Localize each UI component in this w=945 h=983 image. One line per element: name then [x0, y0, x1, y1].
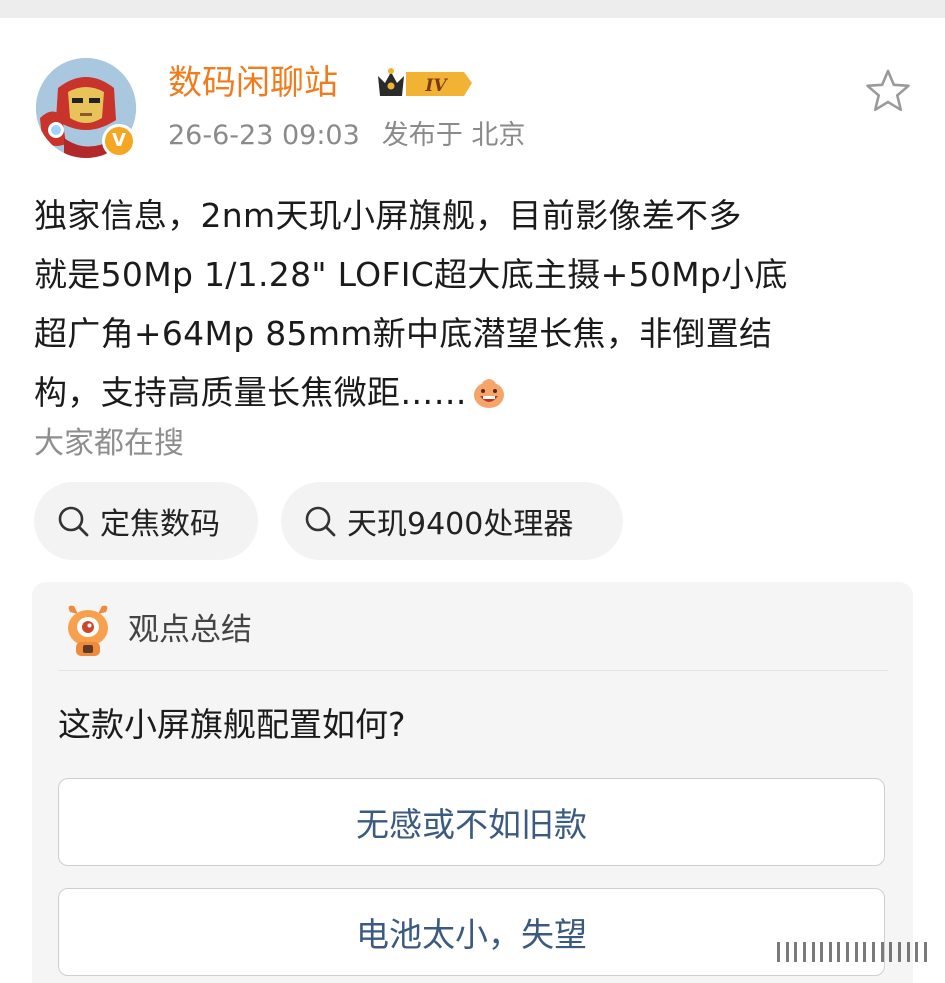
post-text-line: 超广角+64Mp 85mm新中底潜望长焦，非倒置结	[34, 314, 773, 353]
poll-question: 这款小屏旗舰配置如何?	[58, 705, 406, 744]
opinion-summary-title: 观点总结	[128, 612, 252, 648]
author-name[interactable]: 数码闲聊站	[168, 62, 338, 104]
search-chip-1[interactable]: 定焦数码	[34, 482, 258, 560]
grinning-doge-emoji	[473, 379, 504, 408]
vip-crown-level-badge: IV	[378, 68, 472, 96]
assistant-mascot-icon	[68, 605, 108, 656]
opinion-summary-header: 观点总结	[62, 602, 252, 658]
search-icon	[305, 506, 336, 537]
poll-option-2[interactable]: 电池太小，失望	[58, 888, 885, 976]
star-outline-icon[interactable]	[864, 68, 912, 114]
watermark-stripes	[777, 940, 927, 964]
post-text-line: 构，支持高质量长焦微距……	[34, 373, 467, 412]
post-meta: 26-6-23 09:03 发布于 北京	[168, 118, 525, 154]
post-text-line: 就是50Mp 1/1.28" LOFIC超大底主摄+50Mp小底	[34, 255, 788, 294]
poll-option-1[interactable]: 无感或不如旧款	[58, 778, 885, 866]
top-separator-bar	[0, 0, 945, 18]
trending-search-label: 大家都在搜	[34, 426, 184, 461]
summary-divider	[58, 670, 888, 671]
post-location: 发布于 北京	[381, 120, 526, 151]
post-text-line-last: 构，支持高质量长焦微距……	[34, 363, 914, 422]
level-badge-text: IV	[424, 76, 448, 96]
search-chip-2[interactable]: 天玑9400处理器	[281, 482, 623, 560]
post-date: 26-6-23 09:03	[168, 120, 360, 151]
search-chip-label: 天玑9400处理器	[347, 507, 574, 542]
search-chip-label: 定焦数码	[100, 507, 220, 542]
post-text: 独家信息，2nm天玑小屏旗舰，目前影像差不多 就是50Mp 1/1.28" LO…	[34, 186, 914, 422]
verified-badge: V	[102, 124, 136, 158]
post-text-line: 独家信息，2nm天玑小屏旗舰，目前影像差不多	[34, 196, 742, 235]
search-icon	[58, 506, 89, 537]
opinion-summary-card: 观点总结 这款小屏旗舰配置如何? 无感或不如旧款 电池太小，失望	[32, 582, 913, 983]
